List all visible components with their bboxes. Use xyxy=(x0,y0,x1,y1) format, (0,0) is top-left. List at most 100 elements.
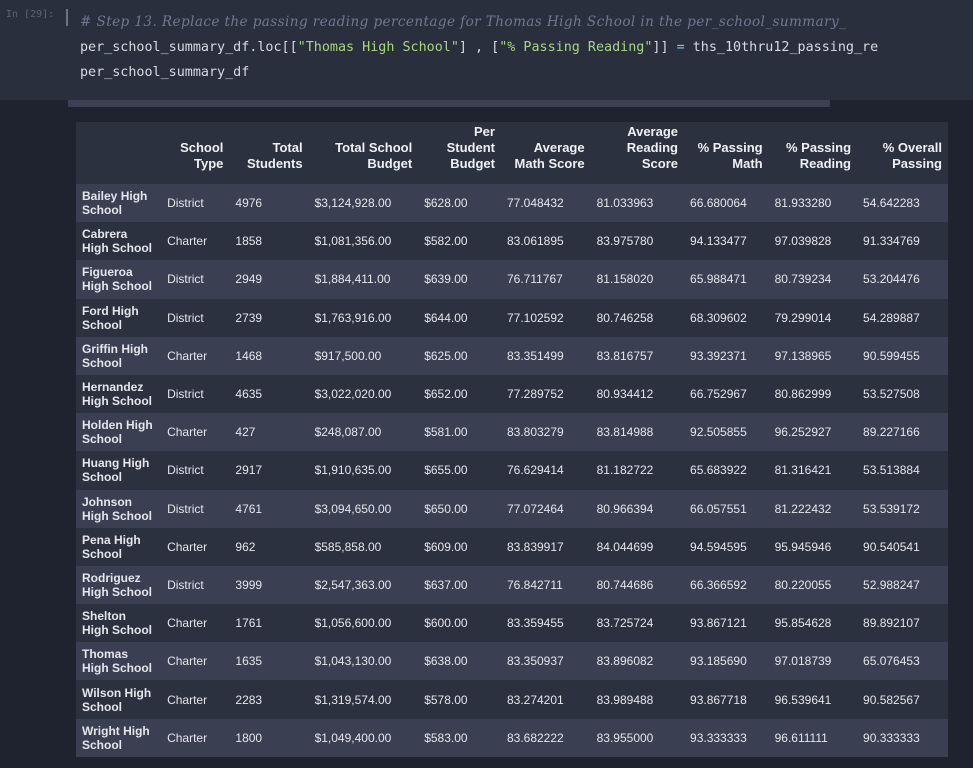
table-cell: 77.289752 xyxy=(506,387,564,402)
table-cell: Charter xyxy=(167,234,208,249)
table-cell: Charter xyxy=(167,692,208,707)
table-cell: 53.539172 xyxy=(863,501,920,516)
table-cell: 90.333333 xyxy=(863,730,920,745)
table-cell: Charter xyxy=(167,539,208,554)
table-cell: 2917 xyxy=(235,463,263,478)
dataframe-table: School Type Total Students Total School Bu… xyxy=(76,122,948,757)
table-row: Cabrera High School Charter 1858 $1,081,356… xyxy=(76,222,948,261)
table-cell: $1,884,411.00 xyxy=(314,272,391,287)
table-cell: 80.966394 xyxy=(596,501,654,516)
table-cell: $248,087.00 xyxy=(314,425,382,440)
row-index-school: Shelton High School xyxy=(82,609,152,638)
table-cell: District xyxy=(167,463,204,478)
table-cell: 97.018739 xyxy=(774,654,832,669)
table-cell: $639.00 xyxy=(424,272,468,287)
table-row: Holden High School Charter 427 $248,087.00 $… xyxy=(76,413,948,452)
table-cell: 81.182722 xyxy=(596,463,654,478)
table-cell: 83.816757 xyxy=(596,348,654,363)
table-cell: 83.351499 xyxy=(506,348,564,363)
table-cell: 81.222432 xyxy=(774,501,832,516)
table-cell: 83.803279 xyxy=(506,425,564,440)
table-cell: 83.274201 xyxy=(506,692,564,707)
table-header-row: School Type Total Students Total School Bu… xyxy=(76,122,948,184)
table-cell: $638.00 xyxy=(424,654,468,669)
column-header: Average Math Score xyxy=(500,122,591,184)
row-index-school: Huang High School xyxy=(82,456,150,485)
code-line-assign[interactable]: per_school_summary_df.loc[["Thomas High … xyxy=(80,40,878,55)
table-cell: $600.00 xyxy=(424,616,468,631)
table-cell: 83.725724 xyxy=(596,616,654,631)
table-cell: $650.00 xyxy=(424,501,468,516)
table-cell: $581.00 xyxy=(424,425,468,440)
table-cell: $609.00 xyxy=(424,539,468,554)
table-cell: 96.611111 xyxy=(774,730,828,745)
index-header xyxy=(76,122,162,184)
table-cell: 76.842711 xyxy=(506,577,563,592)
code-token: ] , [ xyxy=(458,40,500,55)
table-cell: 3999 xyxy=(235,577,263,592)
table-row: Hernandez High School District 4635 $3,022,… xyxy=(76,374,948,414)
table-cell: 83.814988 xyxy=(596,425,654,440)
row-index-school: Wright High School xyxy=(82,723,150,752)
table-row: Wright High School Charter 1800 $1,049,400.… xyxy=(76,718,948,757)
table-cell: 96.539641 xyxy=(774,692,832,707)
table-cell: 76.629414 xyxy=(506,463,564,478)
row-index-school: Bailey High School xyxy=(82,189,148,218)
table-cell: 97.138965 xyxy=(774,348,832,363)
table-cell: 962 xyxy=(235,539,256,554)
table-cell: 4635 xyxy=(235,387,263,402)
table-cell: 94.594595 xyxy=(690,539,747,554)
table-cell: 81.933280 xyxy=(774,196,832,211)
table-cell: 53.527508 xyxy=(863,387,920,402)
table-cell: 52.988247 xyxy=(863,577,920,592)
table-cell: $3,094,650.00 xyxy=(314,501,392,516)
table-cell: $1,043,130.00 xyxy=(314,654,392,669)
table-cell: 93.867718 xyxy=(690,692,747,707)
code-token: per_school_summary_df.loc[[ xyxy=(80,40,298,55)
horizontal-scrollbar[interactable] xyxy=(68,100,830,107)
table-cell: 83.839917 xyxy=(506,539,564,554)
table-row: Thomas High School Charter 1635 $1,043,130.… xyxy=(76,642,948,681)
table-cell: 79.299014 xyxy=(774,310,832,325)
table-cell: 93.867121 xyxy=(690,616,747,631)
table-cell: 66.366592 xyxy=(690,577,747,592)
table-cell: District xyxy=(167,577,204,592)
table-cell: 90.599455 xyxy=(863,348,920,363)
code-operator: = xyxy=(676,40,685,55)
column-header: % Passing Math xyxy=(684,122,769,184)
table-cell: 53.204476 xyxy=(863,272,920,287)
table-row: Huang High School District 2917 $1,910,635.… xyxy=(76,451,948,490)
table-cell: 1858 xyxy=(235,234,263,249)
code-line-display[interactable]: per_school_summary_df xyxy=(80,65,249,80)
table-row: Bailey High School District 4976 $3,124,928… xyxy=(76,184,948,223)
table-cell: 92.505855 xyxy=(690,425,747,440)
table-cell: 89.892107 xyxy=(863,616,920,631)
table-cell: $3,124,928.00 xyxy=(314,196,392,211)
column-header: Total School Budget xyxy=(308,122,419,184)
input-prompt: In [29]: xyxy=(6,9,55,20)
table-cell: 94.133477 xyxy=(690,234,747,249)
code-string: "% Passing Reading" xyxy=(499,40,653,55)
column-header: Per Student Budget xyxy=(418,122,501,184)
column-header: School Type xyxy=(161,122,230,184)
table-cell: $1,049,400.00 xyxy=(314,730,392,745)
table-cell: 68.309602 xyxy=(690,310,747,325)
table-cell: 80.934412 xyxy=(596,387,654,402)
table-cell: 81.033963 xyxy=(596,196,654,211)
code-string: "Thomas High School" xyxy=(297,40,459,55)
table-cell: 81.158020 xyxy=(596,272,654,287)
table-cell: 1635 xyxy=(235,654,263,669)
table-cell: $583.00 xyxy=(424,730,468,745)
table-row: Shelton High School Charter 1761 $1,056,600… xyxy=(76,604,948,643)
row-index-school: Griffin High School xyxy=(82,341,148,370)
table-cell: $1,081,356.00 xyxy=(314,234,392,249)
table-row: Figueroa High School District 2949 $1,884,4… xyxy=(76,260,948,299)
input-cell[interactable]: In [29]: # Step 13. Replace the passing … xyxy=(0,0,973,100)
row-index-school: Ford High School xyxy=(82,303,139,332)
table-cell: $652.00 xyxy=(424,387,468,402)
table-cell: 96.252927 xyxy=(774,425,832,440)
table-row: Pena High School Charter 962 $585,858.00 $60… xyxy=(76,527,948,566)
table-body: Bailey High School District 4976 $3,124,928… xyxy=(76,184,948,757)
table-cell: 83.955000 xyxy=(596,730,654,745)
column-header: Total Students xyxy=(229,122,309,184)
